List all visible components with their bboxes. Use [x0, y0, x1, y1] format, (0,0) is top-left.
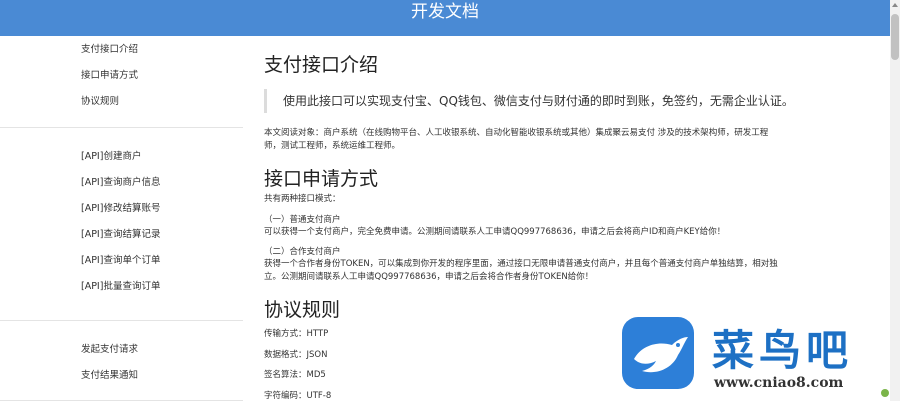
- watermark-url: www.cniao8.com: [714, 375, 844, 391]
- mode2-title: （二）合作支付商户: [264, 247, 341, 257]
- sidebar-item-start-payment[interactable]: 发起支付请求: [0, 337, 243, 363]
- sidebar-item-api-query-merchant[interactable]: [API]查询商户信息: [0, 170, 243, 196]
- mode1-title: （一）普通支付商户: [264, 214, 341, 225]
- scrollbar[interactable]: [890, 0, 900, 401]
- corner-badge-icon: [881, 389, 889, 397]
- sidebar-item-protocol-rules[interactable]: 协议规则: [0, 89, 243, 115]
- sidebar-item-api-modify-account[interactable]: [API]修改结算账号: [0, 196, 243, 222]
- bird-logo-icon: [622, 317, 694, 389]
- sidebar-item-api-query-settlement[interactable]: [API]查询结算记录: [0, 222, 243, 248]
- section-title-apply: 接口申请方式: [264, 168, 379, 190]
- sidebar-item-payment-intro[interactable]: 支付接口介绍: [0, 37, 243, 63]
- scroll-up-arrow-icon[interactable]: [892, 3, 898, 7]
- page-header: 开发文档: [0, 0, 890, 36]
- intro-quote-text: 使用此接口可以实现支付宝、QQ钱包、微信支付与财付通的即时到账，免签约，无需企业…: [283, 94, 794, 108]
- sidebar-nav: 支付接口介绍 接口申请方式 协议规则 [API]创建商户 [API]查询商户信息…: [0, 36, 243, 401]
- sidebar-group-api: [API]创建商户 [API]查询商户信息 [API]修改结算账号 [API]查…: [0, 128, 243, 321]
- mode2-desc-line2: 立。公测期间请联系人工申请QQ997768636，申请之后会将合作者身份TOKE…: [264, 271, 594, 282]
- sidebar-item-api-create-merchant[interactable]: [API]创建商户: [0, 144, 243, 170]
- watermark: 菜鸟吧 www.cniao8.com: [612, 305, 890, 401]
- section-title-intro: 支付接口介绍: [264, 54, 379, 76]
- mode1-desc: 可以获得一个支付商户，完全免费申请。公测期间请联系人工申请QQ997768636…: [264, 226, 726, 237]
- sidebar-group-intro: 支付接口介绍 接口申请方式 协议规则: [0, 36, 243, 128]
- page-title: 开发文档: [411, 2, 479, 22]
- scrollbar-thumb[interactable]: [891, 14, 899, 60]
- audience-text-line1: 本文阅读对象：商户系统（在线购物平台、人工收银系统、自动化智能收银系统或其他）集…: [264, 128, 769, 138]
- sidebar-group-payment: 发起支付请求 支付结果通知: [0, 321, 243, 401]
- watermark-logo-text: 菜鸟吧: [712, 326, 854, 375]
- apply-lead: 共有两种接口模式：: [264, 194, 341, 204]
- sidebar-item-api-batch-query-orders[interactable]: [API]批量查询订单: [0, 274, 243, 300]
- audience-text-line2: 师，测试工程师，系统运维工程师。: [264, 140, 401, 151]
- sidebar-item-payment-notify[interactable]: 支付结果通知: [0, 363, 243, 389]
- sidebar-item-apply-method[interactable]: 接口申请方式: [0, 63, 243, 89]
- intro-quote: 使用此接口可以实现支付宝、QQ钱包、微信支付与财付通的即时到账，免签约，无需企业…: [264, 89, 884, 113]
- sidebar-item-api-query-order[interactable]: [API]查询单个订单: [0, 248, 243, 274]
- mode2-desc-line1: 获得一个合作者身份TOKEN，可以集成到你开发的程序里面，通过接口无限申请普通支…: [264, 259, 778, 269]
